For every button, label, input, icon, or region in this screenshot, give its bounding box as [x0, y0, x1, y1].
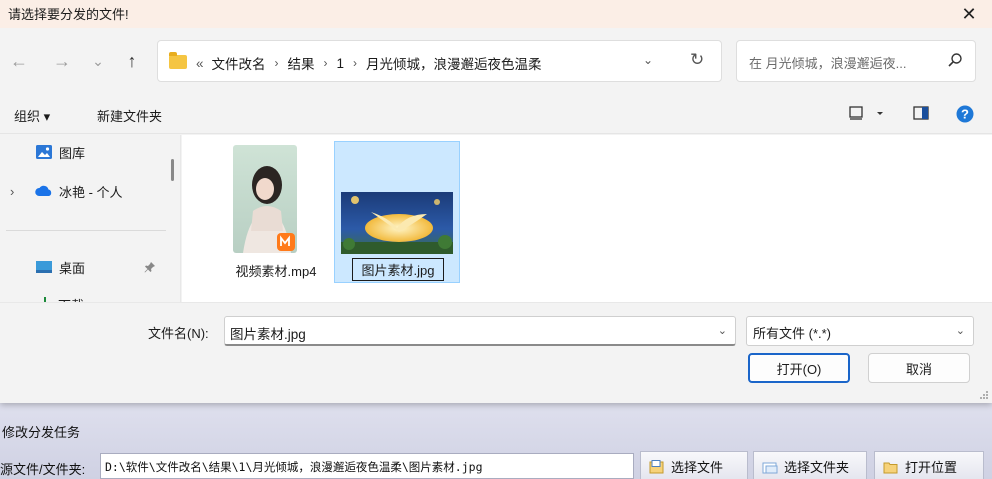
back-arrow-icon: ← [10, 50, 28, 71]
source-path-field[interactable]: D:\软件\文件改名\结果\1\月光倾城，浪漫邂逅夜色温柔\图片素材.jpg [100, 453, 634, 479]
onedrive-cloud-icon [35, 185, 52, 196]
up-button[interactable]: ↑ [119, 48, 145, 74]
search-placeholder: 在 月光倾城，浪漫邂逅夜... [749, 56, 907, 71]
breadcrumb-item[interactable]: 月光倾城，浪漫邂逅夜色温柔 [366, 53, 542, 73]
select-file-label: 选择文件 [671, 459, 724, 475]
sidebar-item-desktop[interactable]: 桌面 [0, 253, 170, 281]
select-folder-label: 选择文件夹 [784, 459, 850, 475]
image-thumbnail [341, 192, 453, 254]
help-icon: ? [956, 105, 974, 123]
new-folder-button[interactable]: 新建文件夹 [97, 106, 162, 125]
folder-icon [169, 52, 187, 69]
filename-label: 文件名(N): [148, 326, 209, 341]
file-icon [649, 459, 665, 473]
file-type-select[interactable]: 所有文件 (*.*) ⌄ [746, 316, 974, 346]
breadcrumb: « 文件改名 › 结果 › 1 › 月光倾城，浪漫邂逅夜色温柔 [196, 53, 542, 73]
task-section-title: 修改分发任务 [2, 425, 81, 440]
organize-menu[interactable]: 组织 ▾ [14, 106, 50, 125]
breadcrumb-item[interactable]: 结果 [288, 53, 315, 73]
chevron-down-icon: ⌄ [92, 52, 104, 69]
preview-pane-icon [913, 106, 929, 120]
desktop-icon [36, 261, 52, 273]
file-open-dialog: 请选择要分发的文件! ✕ ← → ⌄ ↑ « 文件改名 › 结果 › 1 › 月… [0, 0, 992, 403]
folder-open-icon [883, 460, 899, 473]
sidebar-divider [6, 230, 166, 231]
pin-icon [144, 262, 155, 273]
file-list-view: 视频素材.mp4 图片素材.jpg [182, 135, 992, 302]
navigation-pane: 图库 › 冰艳 - 个人 桌面 下载 [0, 135, 181, 302]
address-dropdown-icon[interactable]: ⌄ [643, 53, 653, 67]
search-box[interactable]: 在 月光倾城，浪漫邂逅夜... [736, 40, 976, 82]
file-item-video[interactable]: 视频素材.mp4 [213, 141, 339, 283]
breadcrumb-separator-icon: › [323, 56, 328, 70]
navigation-bar: ← → ⌄ ↑ « 文件改名 › 结果 › 1 › 月光倾城，浪漫邂逅夜色温柔 … [0, 28, 992, 94]
filename-value: 图片素材.jpg [230, 327, 306, 342]
up-arrow-icon: ↑ [127, 50, 137, 71]
resize-grip-icon[interactable] [979, 390, 989, 400]
breadcrumb-separator-icon: › [274, 56, 279, 70]
breadcrumb-separator-icon: › [353, 56, 358, 70]
dialog-title: 请选择要分发的文件! [8, 7, 129, 22]
close-icon: ✕ [961, 3, 977, 24]
breadcrumb-overflow[interactable]: « [196, 56, 204, 71]
forward-arrow-icon: → [53, 50, 71, 71]
file-name: 视频素材.mp4 [235, 264, 317, 279]
gallery-icon [36, 145, 52, 159]
filename-dropdown-icon[interactable]: ⌄ [718, 324, 727, 337]
forward-button[interactable]: → [49, 48, 75, 74]
open-button[interactable]: 打开(O) [748, 353, 850, 383]
help-button[interactable]: ? [955, 104, 975, 127]
open-location-button[interactable]: 打开位置 [874, 451, 984, 479]
address-bar[interactable]: « 文件改名 › 结果 › 1 › 月光倾城，浪漫邂逅夜色温柔 ⌄ ↻ [157, 40, 722, 82]
video-thumbnail [233, 145, 297, 253]
sidebar-item-gallery[interactable]: 图库 [0, 138, 170, 166]
breadcrumb-item[interactable]: 1 [337, 56, 345, 71]
sidebar-item-downloads[interactable]: 下载 [0, 290, 170, 302]
refresh-icon[interactable]: ↻ [690, 50, 704, 70]
dialog-titlebar: 请选择要分发的文件! ✕ [0, 0, 992, 28]
svg-text:?: ? [961, 107, 969, 122]
background-app-panel: 修改分发任务 源文件/文件夹: D:\软件\文件改名\结果\1\月光倾城，浪漫邂… [0, 400, 992, 479]
preview-pane-button[interactable] [912, 104, 932, 125]
expand-chevron-icon[interactable]: › [10, 184, 34, 199]
filename-input[interactable]: 图片素材.jpg ⌄ [224, 316, 736, 346]
view-layout-icon [849, 106, 883, 120]
sidebar-item-label: 图库 [59, 145, 86, 161]
view-options-button[interactable] [848, 104, 888, 125]
chevron-down-icon: ⌄ [955, 325, 965, 337]
sidebar-scrollbar[interactable] [171, 159, 174, 181]
select-folder-button[interactable]: 选择文件夹 [753, 451, 867, 479]
breadcrumb-item[interactable]: 文件改名 [212, 53, 266, 73]
open-location-label: 打开位置 [905, 459, 958, 475]
back-button[interactable]: ← [6, 48, 32, 74]
recent-locations-button[interactable]: ⌄ [85, 48, 111, 74]
sidebar-item-onedrive[interactable]: › 冰艳 - 个人 [0, 177, 170, 205]
file-item-image-selected[interactable]: 图片素材.jpg [334, 141, 460, 283]
file-name: 图片素材.jpg [352, 258, 444, 281]
select-file-button[interactable]: 选择文件 [640, 451, 748, 479]
search-icon[interactable] [947, 52, 963, 68]
folder-select-icon [762, 460, 778, 473]
cancel-button[interactable]: 取消 [868, 353, 970, 383]
file-dialog-footer: 文件名(N): 图片素材.jpg ⌄ 所有文件 (*.*) ⌄ 打开(O) 取消 [0, 302, 992, 403]
source-row: 源文件/文件夹: D:\软件\文件改名\结果\1\月光倾城，浪漫邂逅夜色温柔\图… [0, 445, 992, 479]
file-type-value: 所有文件 (*.*) [753, 326, 832, 341]
command-toolbar: 组织 ▾ 新建文件夹 ? [0, 94, 992, 134]
sidebar-item-label: 下载 [58, 295, 84, 303]
close-button[interactable]: ✕ [946, 0, 992, 28]
source-label: 源文件/文件夹: [0, 462, 86, 477]
sidebar-item-label: 桌面 [59, 260, 86, 276]
sidebar-item-label: 冰艳 - 个人 [59, 184, 123, 200]
